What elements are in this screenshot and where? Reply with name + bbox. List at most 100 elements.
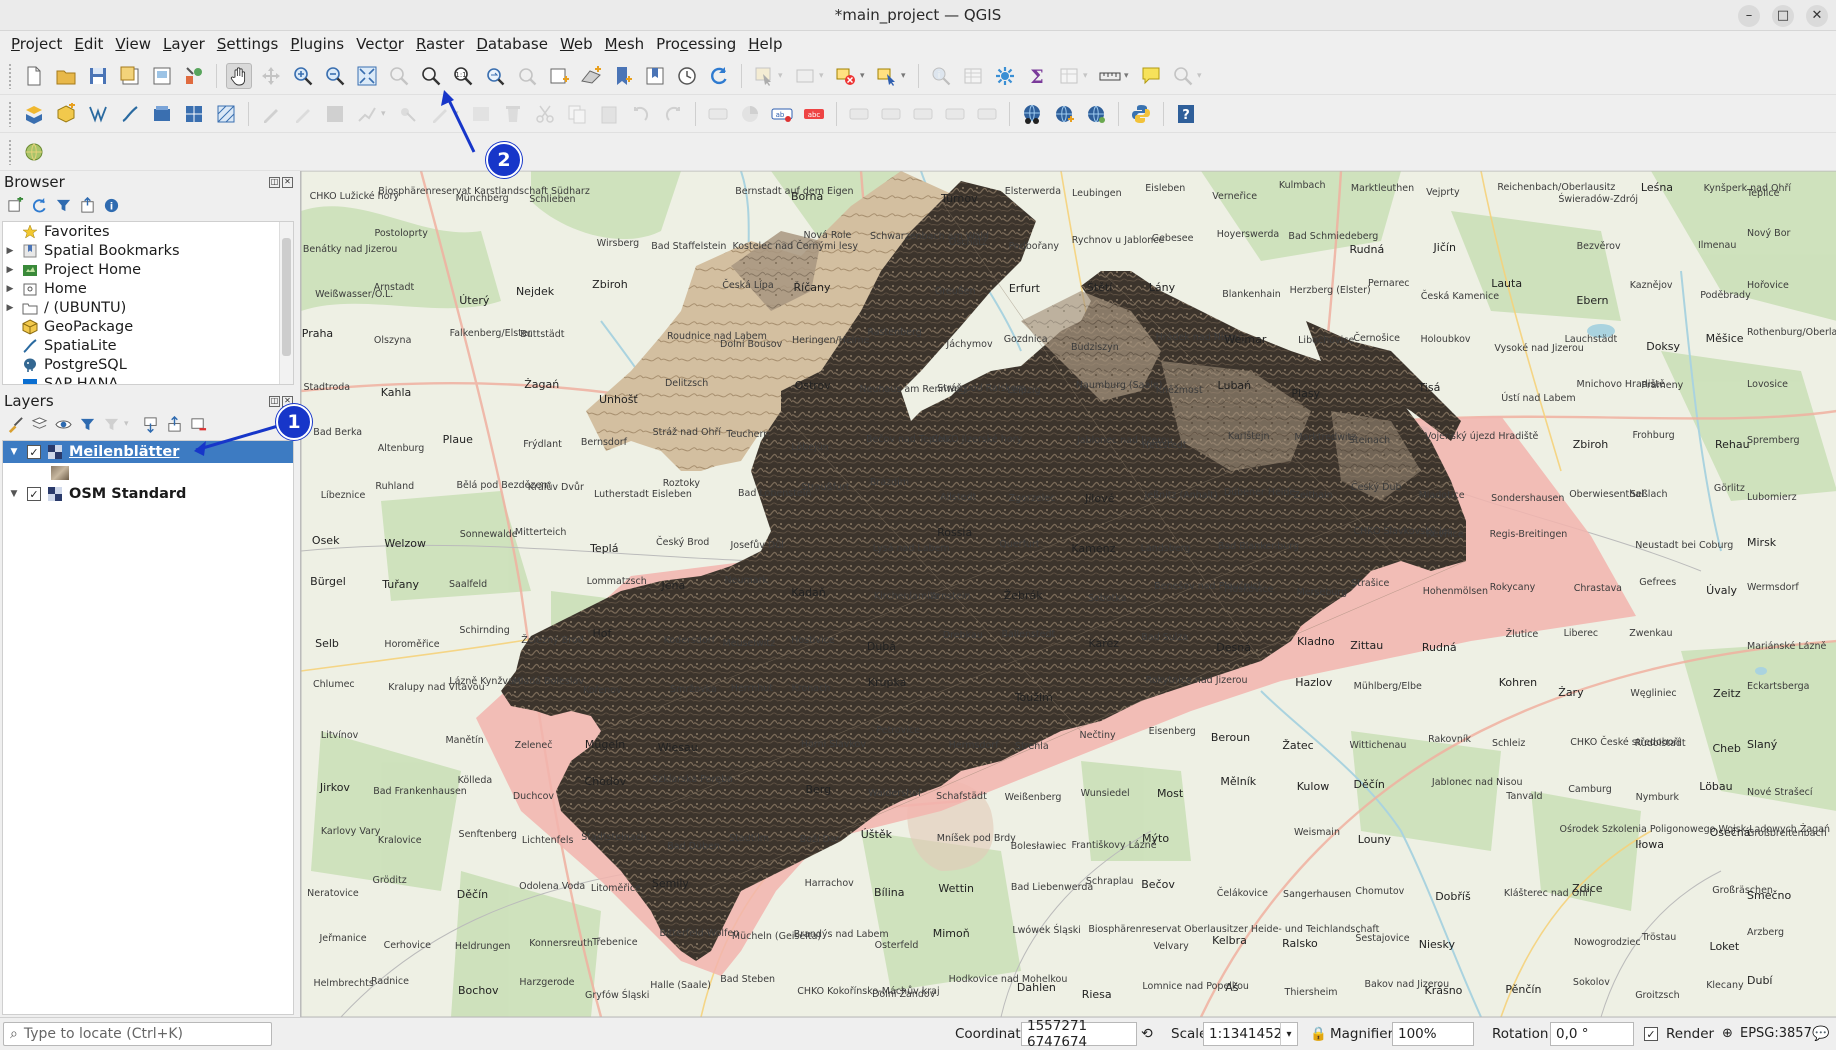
- new-virtual-layer-icon[interactable]: [149, 101, 175, 127]
- layer-visibility-checkbox[interactable]: ✓: [27, 487, 41, 501]
- save-as-icon[interactable]: [117, 63, 143, 89]
- dropdown-arrow-icon[interactable]: ▾: [778, 71, 786, 81]
- add-wms-layer-icon[interactable]: [1051, 101, 1077, 127]
- browser-item-spatial-bookmarks[interactable]: ▶ Spatial Bookmarks: [3, 241, 293, 260]
- copy-features-icon[interactable]: [564, 101, 590, 127]
- coordinate-field[interactable]: 1557271 6747674: [1021, 1018, 1137, 1050]
- layer-diagram-options-icon[interactable]: [737, 101, 763, 127]
- browser-item-sap-hana[interactable]: SAP HANA: [3, 374, 293, 384]
- messages-icon[interactable]: 💬: [1812, 1026, 1829, 1042]
- manage-map-themes-icon[interactable]: [54, 415, 72, 433]
- select-by-location-icon[interactable]: [874, 63, 900, 89]
- browser-item-home[interactable]: ▶ Home: [3, 279, 293, 298]
- add-group-icon[interactable]: [30, 415, 48, 433]
- new-temporary-layer-icon[interactable]: [181, 101, 207, 127]
- toggle-extents-icon[interactable]: ⟲: [1141, 1026, 1153, 1042]
- add-wcs-layer-icon[interactable]: [1083, 101, 1109, 127]
- zoom-to-selection-icon[interactable]: [386, 63, 412, 89]
- menu-plugins[interactable]: Plugins: [284, 35, 350, 53]
- maximize-button[interactable]: □: [1772, 4, 1794, 27]
- plugin-globe-icon[interactable]: [21, 139, 47, 165]
- browser-item-postgresql[interactable]: PostgreSQL: [3, 355, 293, 374]
- select-by-value-icon[interactable]: [792, 63, 818, 89]
- delete-selected-icon[interactable]: [500, 101, 526, 127]
- zoom-out-icon[interactable]: [322, 63, 348, 89]
- pan-to-selection-icon[interactable]: [258, 63, 284, 89]
- statistics-icon[interactable]: Σ: [1024, 63, 1050, 89]
- expand-arrow-icon[interactable]: ▼: [7, 447, 21, 457]
- zoom-in-icon[interactable]: [290, 63, 316, 89]
- current-edits-icon[interactable]: [258, 101, 284, 127]
- dropdown-arrow-icon[interactable]: ▾: [381, 109, 389, 119]
- redo-icon[interactable]: [660, 101, 686, 127]
- add-selected-layers-icon[interactable]: [6, 196, 24, 214]
- new-geopackage-layer-icon[interactable]: [53, 101, 79, 127]
- collapse-all-icon[interactable]: [78, 196, 96, 214]
- menu-processing[interactable]: Processing: [650, 35, 742, 53]
- scale-dropdown-icon[interactable]: ▾: [1280, 1022, 1298, 1046]
- menu-project[interactable]: Project: [5, 35, 68, 53]
- browser-item-geopackage[interactable]: GeoPackage: [3, 317, 293, 336]
- save-layer-edits-icon[interactable]: [322, 101, 348, 127]
- expand-arrow-icon[interactable]: ▶: [3, 303, 17, 313]
- rotation-field[interactable]: 0,0 °: [1550, 1022, 1634, 1046]
- locate-feature-icon[interactable]: [1170, 63, 1196, 89]
- menu-mesh[interactable]: Mesh: [599, 35, 651, 53]
- open-project-icon[interactable]: [53, 63, 79, 89]
- dropdown-arrow-icon[interactable]: ▾: [1124, 71, 1132, 81]
- filter-legend-icon[interactable]: [78, 415, 96, 433]
- expand-arrow-icon[interactable]: ▶: [3, 284, 17, 294]
- menu-settings[interactable]: Settings: [211, 35, 285, 53]
- collapse-all-layers-icon[interactable]: [165, 415, 183, 433]
- vertex-tool-icon[interactable]: [395, 101, 421, 127]
- scrollbar-thumb[interactable]: [282, 238, 291, 356]
- data-source-manager-icon[interactable]: [21, 101, 47, 127]
- deselect-features-icon[interactable]: [833, 63, 859, 89]
- minimize-button[interactable]: –: [1738, 4, 1760, 27]
- browser-item-favorites[interactable]: Favorites: [3, 222, 293, 241]
- render-checkbox[interactable]: ✓: [1644, 1027, 1658, 1041]
- show-bookmarks-icon[interactable]: [642, 63, 668, 89]
- new-project-icon[interactable]: [21, 63, 47, 89]
- open-layer-styling-icon[interactable]: [6, 415, 24, 433]
- temporal-controller-icon[interactable]: [674, 63, 700, 89]
- menu-vector[interactable]: Vector: [350, 35, 410, 53]
- select-features-icon[interactable]: [751, 63, 777, 89]
- dropdown-arrow-icon[interactable]: ▾: [1083, 71, 1091, 81]
- menu-web[interactable]: Web: [554, 35, 599, 53]
- show-hide-labels-icon[interactable]: [846, 101, 872, 127]
- properties-icon[interactable]: i: [102, 196, 120, 214]
- new-mesh-layer-icon[interactable]: [213, 101, 239, 127]
- new-3d-map-view-icon[interactable]: [578, 63, 604, 89]
- toolbar-grip[interactable]: [8, 62, 12, 89]
- zoom-to-layer-icon[interactable]: [418, 63, 444, 89]
- modify-attributes-icon[interactable]: [427, 101, 453, 127]
- filter-browser-icon[interactable]: [54, 196, 72, 214]
- toolbar-grip[interactable]: [8, 100, 12, 127]
- layer-visibility-checkbox[interactable]: ✓: [27, 445, 41, 459]
- float-panel-icon[interactable]: ◫: [269, 395, 280, 407]
- map-canvas[interactable]: Ballenstedt Arnstein Jeßnitz (Anhalt) Bad S…: [300, 171, 1836, 1017]
- browser-item-spatialite[interactable]: SpatiaLite: [3, 336, 293, 355]
- browser-item-project-home[interactable]: ▶ Project Home: [3, 260, 293, 279]
- pan-map-icon[interactable]: [226, 62, 252, 89]
- highlight-pinned-labels-icon[interactable]: abc: [801, 101, 827, 127]
- menu-help[interactable]: Help: [742, 35, 788, 53]
- zoom-next-icon[interactable]: [514, 63, 540, 89]
- toolbar-grip[interactable]: [8, 138, 12, 165]
- remove-layer-icon[interactable]: [189, 415, 207, 433]
- menu-raster[interactable]: Raster: [410, 35, 470, 53]
- label-properties-icon[interactable]: [974, 101, 1000, 127]
- modify-attributes-table-icon[interactable]: [468, 101, 494, 127]
- attribute-table-tools-icon[interactable]: [1056, 63, 1082, 89]
- magnifier-field[interactable]: 100%: [1392, 1022, 1474, 1046]
- cut-features-icon[interactable]: [532, 101, 558, 127]
- change-label-icon[interactable]: [942, 101, 968, 127]
- new-spatial-bookmark-icon[interactable]: [610, 63, 636, 89]
- filter-by-expression-icon[interactable]: [102, 415, 120, 433]
- save-project-icon[interactable]: [85, 63, 111, 89]
- expand-arrow-icon[interactable]: ▼: [7, 489, 21, 499]
- dropdown-arrow-icon[interactable]: ▾: [901, 71, 909, 81]
- dropdown-arrow-icon[interactable]: ▾: [860, 71, 868, 81]
- dropdown-arrow-icon[interactable]: ▾: [454, 109, 462, 119]
